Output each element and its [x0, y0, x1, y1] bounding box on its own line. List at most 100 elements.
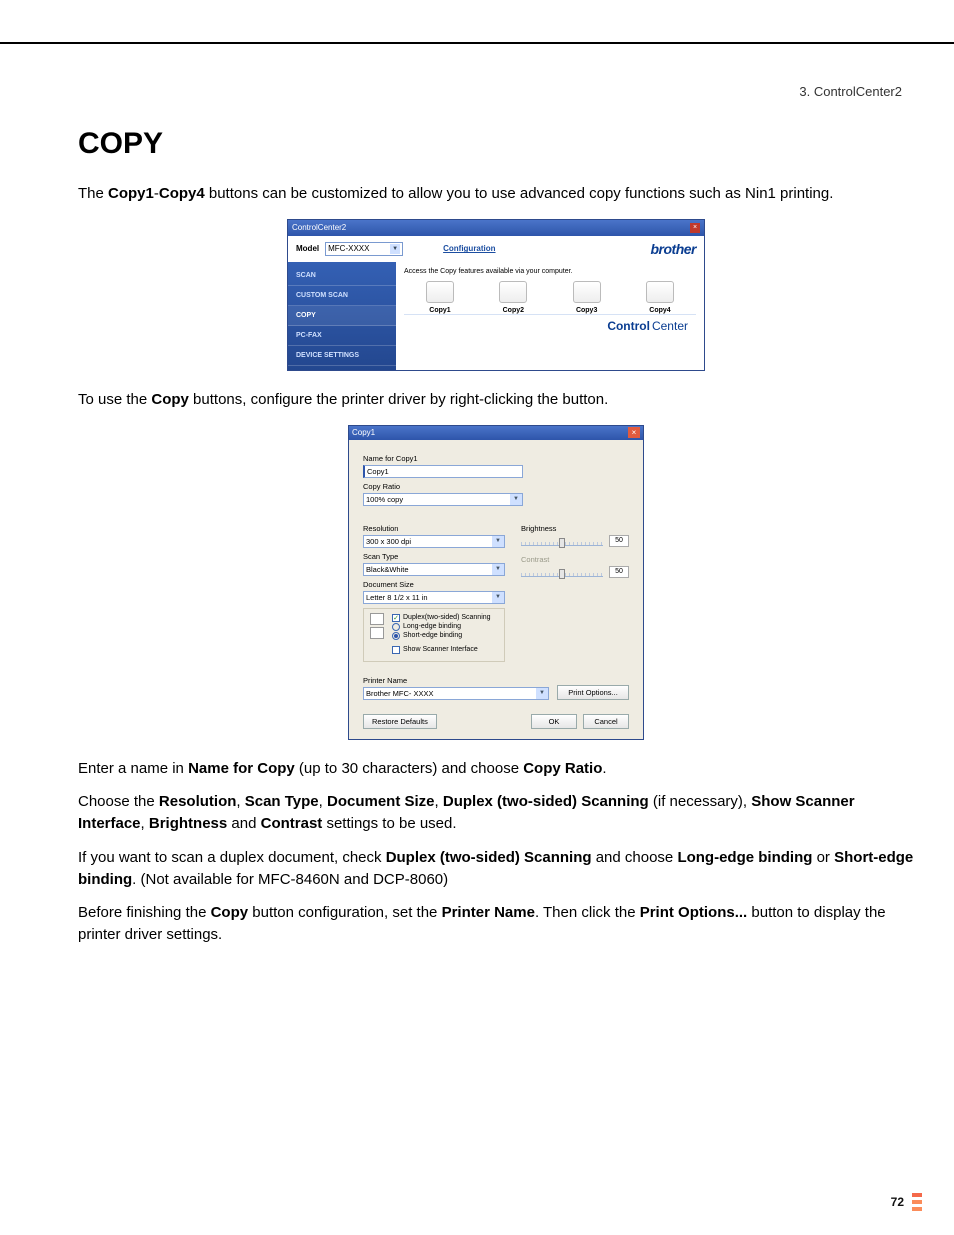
copy1-dialog: Copy1 × Name for Copy1 Copy1 Copy Ratio …	[348, 425, 644, 740]
checkbox-icon: ✓	[392, 614, 400, 622]
dialog-title: Copy1	[352, 428, 375, 437]
close-icon[interactable]: ×	[690, 223, 700, 233]
copy4-label: Copy4	[649, 307, 670, 314]
chevron-down-icon: ▼	[492, 564, 504, 575]
copy-ratio-label: Copy Ratio	[363, 482, 629, 491]
brightness-value: 50	[609, 535, 629, 547]
document-size-label: Document Size	[363, 580, 505, 589]
copy3-label: Copy3	[576, 307, 597, 314]
configuration-link[interactable]: Configuration	[443, 244, 495, 253]
copy-ratio-value: 100% copy	[366, 495, 403, 504]
resolution-label: Resolution	[363, 524, 505, 533]
chevron-down-icon: ▼	[536, 688, 548, 699]
resolution-value: 300 x 300 dpi	[366, 537, 411, 546]
text-bold: Document Size	[327, 793, 435, 810]
scan-type-value: Black&White	[366, 565, 409, 574]
text: (up to 30 characters) and choose	[295, 760, 523, 777]
text-bold: Print Options...	[640, 904, 748, 921]
print-options-button[interactable]: Print Options...	[557, 685, 629, 700]
paragraph: Choose the Resolution, Scan Type, Docume…	[78, 791, 914, 835]
sidebar-item-custom-scan[interactable]: CUSTOM SCAN	[288, 286, 396, 306]
text: button configuration, set the	[248, 904, 441, 921]
text-bold: Copy	[151, 391, 189, 408]
long-edge-radio[interactable]: Long-edge binding	[392, 623, 491, 631]
text: ,	[141, 815, 149, 832]
duplex-icon	[368, 613, 386, 655]
sidebar-item-device-settings[interactable]: DEVICE SETTINGS	[288, 346, 396, 366]
sidebar-item-pcfax[interactable]: PC-FAX	[288, 326, 396, 346]
chevron-down-icon: ▼	[510, 494, 522, 505]
radio-icon	[392, 632, 400, 640]
printer-name-label: Printer Name	[363, 676, 549, 685]
text-bold: Duplex (two-sided) Scanning	[386, 849, 592, 866]
contrast-value: 50	[609, 566, 629, 578]
printer-icon	[573, 281, 601, 303]
resolution-select[interactable]: 300 x 300 dpi ▼	[363, 535, 505, 548]
short-edge-radio[interactable]: Short-edge binding	[392, 632, 491, 640]
contrast-slider[interactable]	[521, 573, 603, 577]
close-icon[interactable]: ×	[628, 427, 640, 438]
copy4-button[interactable]: Copy4	[630, 281, 690, 314]
text: and choose	[592, 849, 678, 866]
controlcenter-window: ControlCenter2 × Model MFC-XXXX ▼ Config…	[287, 219, 705, 371]
text: The	[78, 185, 108, 202]
chevron-down-icon: ▼	[390, 244, 400, 254]
text: Choose the	[78, 793, 159, 810]
ok-button[interactable]: OK	[531, 714, 577, 729]
text-bold: Printer Name	[442, 904, 535, 921]
text: and	[227, 815, 260, 832]
show-scanner-checkbox[interactable]: Show Scanner Interface	[392, 646, 491, 654]
paragraph: Enter a name in Name for Copy (up to 30 …	[78, 758, 914, 780]
name-for-copy-input[interactable]: Copy1	[363, 465, 523, 478]
radio-icon	[392, 623, 400, 631]
duplex-checkbox[interactable]: ✓Duplex(two-sided) Scanning	[392, 614, 491, 622]
copy3-button[interactable]: Copy3	[557, 281, 617, 314]
scan-type-label: Scan Type	[363, 552, 505, 561]
duplex-group: ✓Duplex(two-sided) Scanning Long-edge bi…	[363, 608, 505, 662]
slider-thumb-icon[interactable]	[559, 538, 565, 548]
text: (if necessary),	[649, 793, 752, 810]
window-title: ControlCenter2	[292, 223, 346, 232]
text: buttons can be customized to allow you t…	[205, 185, 834, 202]
copy-ratio-select[interactable]: 100% copy ▼	[363, 493, 523, 506]
slider-thumb-icon[interactable]	[559, 569, 565, 579]
window-titlebar: ControlCenter2 ×	[288, 220, 704, 236]
dialog-titlebar: Copy1 ×	[349, 426, 643, 440]
controlcenter-logo: Center	[652, 319, 688, 333]
cancel-button[interactable]: Cancel	[583, 714, 629, 729]
paragraph: If you want to scan a duplex document, c…	[78, 847, 914, 891]
document-size-select[interactable]: Letter 8 1/2 x 11 in▼	[363, 591, 505, 604]
page-number: 72	[891, 1195, 904, 1209]
restore-defaults-button[interactable]: Restore Defaults	[363, 714, 437, 729]
brightness-label: Brightness	[521, 524, 629, 533]
copy1-label: Copy1	[429, 307, 450, 314]
printer-name-value: Brother MFC- XXXX	[366, 689, 434, 698]
text: Enter a name in	[78, 760, 188, 777]
text: buttons, configure the printer driver by…	[189, 391, 608, 408]
page-title: COPY	[78, 127, 914, 161]
brightness-slider[interactable]	[521, 542, 603, 546]
model-value: MFC-XXXX	[328, 244, 369, 253]
sidebar: SCAN CUSTOM SCAN COPY PC-FAX DEVICE SETT…	[288, 262, 396, 370]
checkbox-icon	[392, 646, 400, 654]
text-bold: Copy1	[108, 185, 154, 202]
scan-type-select[interactable]: Black&White ▼	[363, 563, 505, 576]
text-bold: Name for Copy	[188, 760, 295, 777]
text: or	[812, 849, 834, 866]
short-edge-label: Short-edge binding	[403, 632, 462, 639]
name-value: Copy1	[367, 467, 389, 476]
chevron-down-icon: ▼	[492, 536, 504, 547]
text: ,	[435, 793, 443, 810]
text-bold: Copy	[211, 904, 249, 921]
text-bold: Long-edge binding	[677, 849, 812, 866]
copy2-button[interactable]: Copy2	[483, 281, 543, 314]
text-bold: Brightness	[149, 815, 227, 832]
text: ,	[236, 793, 244, 810]
sidebar-item-copy[interactable]: COPY	[288, 306, 396, 326]
model-label: Model	[296, 244, 319, 253]
sidebar-item-scan[interactable]: SCAN	[288, 266, 396, 286]
text: . (Not available for MFC-8460N and DCP-8…	[132, 871, 448, 888]
copy1-button[interactable]: Copy1	[410, 281, 470, 314]
printer-name-select[interactable]: Brother MFC- XXXX ▼	[363, 687, 549, 700]
model-select[interactable]: MFC-XXXX ▼	[325, 242, 403, 256]
